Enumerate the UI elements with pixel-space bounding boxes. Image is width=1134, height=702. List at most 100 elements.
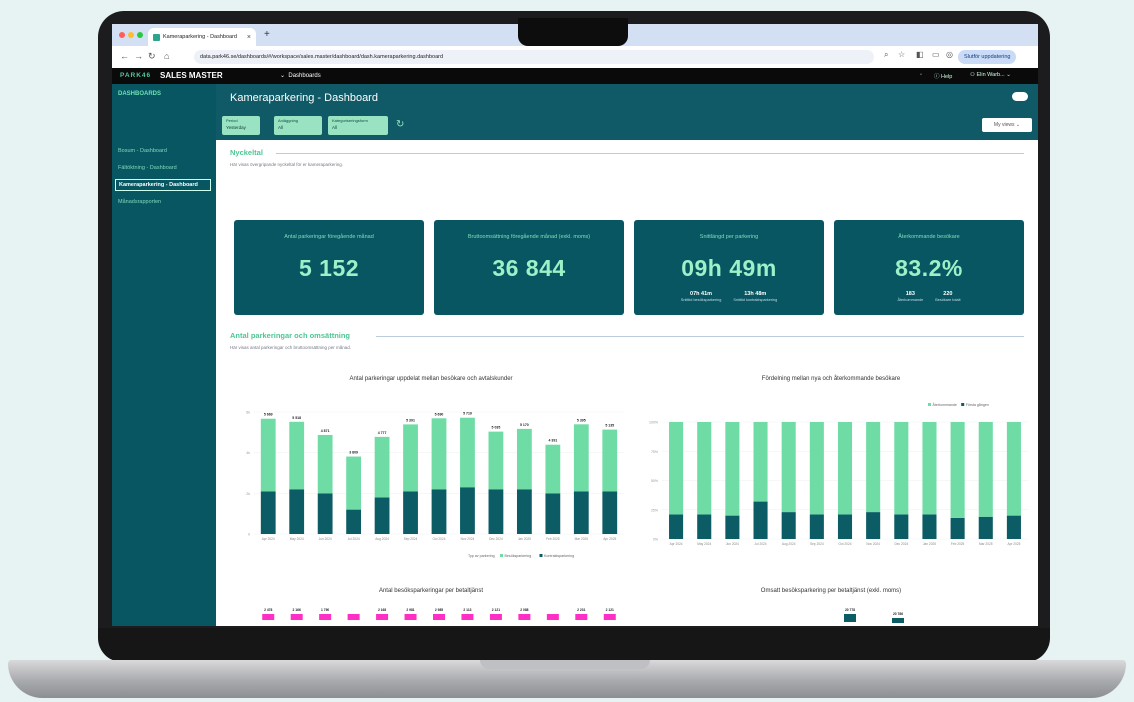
browser-toolbar: ← → ↻ ⌂ data.park46.se/dashboards/#/work… [112, 46, 1038, 69]
section-divider [376, 336, 1024, 337]
y-tick-label: 2k [246, 492, 250, 496]
kpi-subvalue-number: 183 [905, 291, 915, 297]
filter-anlaggning-value: All [278, 125, 284, 130]
page-header: Kameraparkering - Dashboard [216, 84, 1038, 112]
help-link[interactable]: ⓘ Help [934, 72, 952, 80]
bar-segment [545, 493, 561, 534]
address-bar[interactable]: data.park46.se/dashboards/#/workspace/sa… [194, 50, 874, 64]
legend-label: Besöksparkering [505, 554, 532, 558]
back-icon[interactable]: ← [120, 51, 129, 61]
section-desc-omsattning: Här visas antal parkeringar och bruttoom… [230, 345, 352, 350]
sidepanel-icon[interactable]: ▭ [932, 50, 940, 59]
bar-segment [866, 422, 881, 513]
browser-tab[interactable]: Kameraparkering - Dashboard × [148, 28, 256, 46]
notification-icon[interactable]: ◦ [920, 72, 922, 78]
bar-total-label: 3 809 [349, 451, 358, 455]
kpi-value: 83.2% [895, 255, 963, 281]
zoom-icon[interactable]: ⌕ [884, 50, 888, 60]
filter-period[interactable]: Period Yesterday [222, 116, 260, 135]
bar [844, 614, 856, 622]
edit-toggle[interactable] [1012, 92, 1028, 101]
camera-notch [518, 18, 628, 46]
filter-bar: Period Yesterday Anläggning All Kategori… [216, 112, 1038, 140]
sidebar-item-bosum[interactable]: Bosum - Dashboard [118, 148, 167, 154]
bar [290, 614, 303, 620]
bar-value-label: 2 113 [463, 608, 471, 612]
bar-segment [697, 514, 712, 539]
bar-total-label: 5 669 [264, 413, 273, 417]
laptop-base-groove [480, 660, 650, 669]
bar-total-label: 5 391 [406, 418, 415, 422]
x-tick-label: Sep 2024 [810, 542, 824, 546]
legend-label: Återkommande [933, 402, 957, 407]
filter-anlaggning[interactable]: Anläggning All [274, 116, 322, 135]
bar [262, 614, 275, 620]
views-dropdown[interactable]: My views ⌄ [982, 118, 1032, 132]
kpi-card-omsattning: Bruttoomsättning föregående månad (exkl.… [434, 220, 624, 315]
bar-segment [725, 422, 740, 516]
bar-segment [753, 422, 768, 502]
y-tick-label: 100% [649, 421, 658, 425]
bar-segment [697, 422, 712, 515]
bar [319, 614, 332, 620]
kpi-value: 09h 49m [681, 255, 777, 281]
bar-segment [922, 422, 937, 515]
section-desc-nyckeltal: Här visas övergripande nyckeltal för er … [230, 162, 344, 167]
home-icon[interactable]: ⌂ [164, 51, 169, 61]
tab-close-icon[interactable]: × [247, 34, 251, 41]
sidebar-item-faltoktning[interactable]: Fältöktning - Dashboard [118, 165, 177, 171]
bookmark-star-icon[interactable]: ☆ [898, 50, 905, 59]
y-tick-label: 4k [246, 451, 250, 455]
forward-icon[interactable]: → [134, 51, 143, 61]
brand-logo[interactable]: PARK46 [120, 72, 151, 79]
bar-value-label: 20 778 [845, 608, 855, 612]
bar-segment [753, 501, 768, 539]
new-tab-button[interactable]: + [264, 29, 270, 40]
extension-icon[interactable]: ◧ [916, 50, 924, 59]
filter-anlaggning-label: Anläggning [278, 118, 299, 123]
bar [376, 614, 389, 620]
x-tick-label: Apr 2024 [670, 542, 683, 546]
help-label: Help [941, 74, 953, 80]
user-menu[interactable]: ⚇ Elin Warb... ⌄ [970, 72, 1011, 78]
kpi-subvalue-number: 13h 48m [744, 291, 767, 297]
bar-segment [669, 514, 684, 539]
bar-segment [488, 431, 504, 490]
window-minimize-icon[interactable] [128, 32, 134, 38]
x-tick-label: May 2024 [290, 537, 304, 541]
filter-kategoriseringsform-label: Kategoriseringsform [332, 118, 368, 123]
reset-filters-icon[interactable]: ↻ [396, 120, 404, 130]
x-tick-label: Jun 2024 [319, 537, 332, 541]
profile-icon[interactable]: ◎ [946, 50, 953, 59]
bar-segment [725, 515, 740, 539]
kpi-subvalue-label: Snitttid kontraktsparkering [733, 298, 778, 302]
bar-value-label: 1 790 [321, 608, 329, 612]
bar-total-label: 4 391 [548, 439, 557, 443]
sidebar-item-kameraparkering[interactable]: Kameraparkering - Dashboard [115, 179, 211, 191]
page-title: Kameraparkering - Dashboard [230, 92, 378, 104]
x-tick-label: Apr 2025 [603, 537, 616, 541]
window-close-icon[interactable] [119, 32, 125, 38]
x-tick-label: Jan 2025 [518, 537, 531, 541]
bar-total-label: 5 035 [492, 426, 501, 430]
dashboards-menu[interactable]: ⌄ Dashboards [280, 72, 321, 79]
bar-segment [460, 487, 475, 534]
kpi-label: Bruttoomsättning föregående månad (exkl.… [467, 234, 591, 240]
bar-segment [978, 516, 993, 539]
reload-icon[interactable]: ↻ [148, 51, 156, 61]
bar-segment [289, 489, 305, 534]
bar-segment [260, 491, 276, 534]
bar-segment [602, 491, 618, 534]
x-tick-label: Mar 2025 [575, 537, 589, 541]
bar-segment [317, 434, 333, 494]
section-divider [276, 153, 1024, 154]
filter-kategoriseringsform[interactable]: Kategoriseringsform All [328, 116, 388, 135]
window-zoom-icon[interactable] [137, 32, 143, 38]
bar [603, 614, 616, 620]
update-button[interactable]: Slutför uppdatering [958, 50, 1017, 64]
section-title-nyckeltal: Nyckeltal [230, 148, 263, 157]
bar-value-label: 2 088 [520, 608, 528, 612]
sidebar-item-manadsrapporten[interactable]: Månadsrapporten [118, 199, 161, 205]
bar-segment [1006, 515, 1021, 539]
url-text: data.park46.se/dashboards/#/workspace/sa… [200, 54, 444, 60]
